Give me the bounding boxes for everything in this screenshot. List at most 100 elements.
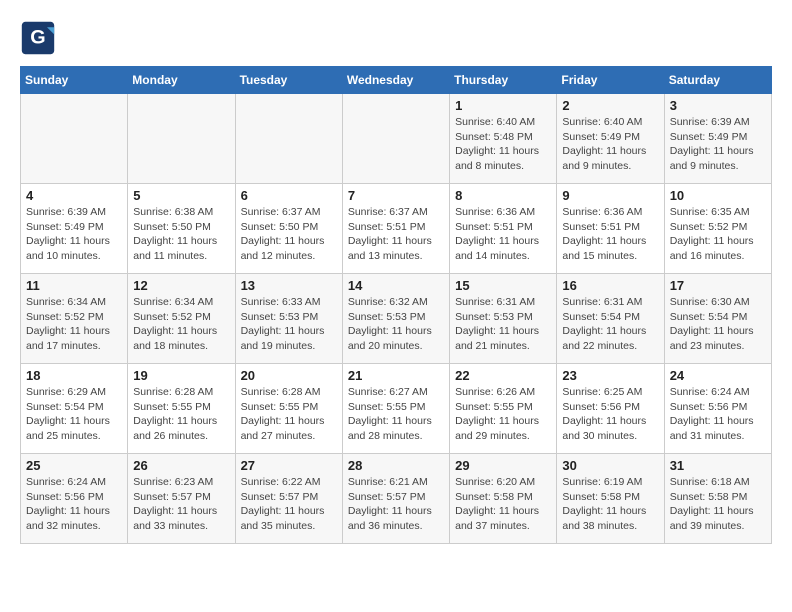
calendar-cell: 2 Sunrise: 6:40 AM Sunset: 5:49 PM Daylig… xyxy=(557,94,664,184)
day-number: 18 xyxy=(26,368,122,383)
calendar-cell: 10 Sunrise: 6:35 AM Sunset: 5:52 PM Dayli… xyxy=(664,184,771,274)
day-info: Sunrise: 6:24 AM Sunset: 5:56 PM Dayligh… xyxy=(670,385,766,444)
calendar-cell: 22Sunrise: 6:26 AM Sunset: 5:55 PM Dayli… xyxy=(450,364,557,454)
day-number: 26 xyxy=(133,458,229,473)
logo: G xyxy=(20,20,60,56)
day-info: Sunrise: 6:28 AM Sunset: 5:55 PM Dayligh… xyxy=(133,385,229,444)
day-number: 11 xyxy=(26,278,122,293)
calendar-cell: 30 Sunrise: 6:19 AM Sunset: 5:58 PM Dayli… xyxy=(557,454,664,544)
day-number: 14 xyxy=(348,278,444,293)
calendar-cell: 25Sunrise: 6:24 AM Sunset: 5:56 PM Dayli… xyxy=(21,454,128,544)
calendar-cell: 9 Sunrise: 6:36 AM Sunset: 5:51 PM Daylig… xyxy=(557,184,664,274)
day-info: Sunrise: 6:27 AM Sunset: 5:55 PM Dayligh… xyxy=(348,385,444,444)
calendar-cell: 15Sunrise: 6:31 AM Sunset: 5:53 PM Dayli… xyxy=(450,274,557,364)
day-info: Sunrise: 6:37 AM Sunset: 5:51 PM Dayligh… xyxy=(348,205,444,264)
day-info: Sunrise: 6:22 AM Sunset: 5:57 PM Dayligh… xyxy=(241,475,337,534)
day-info: Sunrise: 6:19 AM Sunset: 5:58 PM Dayligh… xyxy=(562,475,658,534)
day-info: Sunrise: 6:26 AM Sunset: 5:55 PM Dayligh… xyxy=(455,385,551,444)
day-number: 31 xyxy=(670,458,766,473)
calendar-cell: 23Sunrise: 6:25 AM Sunset: 5:56 PM Dayli… xyxy=(557,364,664,454)
day-number: 6 xyxy=(241,188,337,203)
week-row-3: 11 Sunrise: 6:34 AM Sunset: 5:52 PM Dayli… xyxy=(21,274,772,364)
day-number: 19 xyxy=(133,368,229,383)
day-info: Sunrise: 6:29 AM Sunset: 5:54 PM Dayligh… xyxy=(26,385,122,444)
day-number: 12 xyxy=(133,278,229,293)
day-number: 27 xyxy=(241,458,337,473)
page-header: G xyxy=(20,20,772,56)
day-number: 2 xyxy=(562,98,658,113)
day-info: Sunrise: 6:31 AM Sunset: 5:54 PM Dayligh… xyxy=(562,295,658,354)
weekday-header-friday: Friday xyxy=(557,67,664,94)
weekday-header-saturday: Saturday xyxy=(664,67,771,94)
calendar-cell: 12 Sunrise: 6:34 AM Sunset: 5:52 PM Dayli… xyxy=(128,274,235,364)
calendar-cell: 13Sunrise: 6:33 AM Sunset: 5:53 PM Dayli… xyxy=(235,274,342,364)
day-info: Sunrise: 6:30 AM Sunset: 5:54 PM Dayligh… xyxy=(670,295,766,354)
day-info: Sunrise: 6:20 AM Sunset: 5:58 PM Dayligh… xyxy=(455,475,551,534)
calendar-cell: 18 Sunrise: 6:29 AM Sunset: 5:54 PM Dayli… xyxy=(21,364,128,454)
day-info: Sunrise: 6:36 AM Sunset: 5:51 PM Dayligh… xyxy=(455,205,551,264)
day-info: Sunrise: 6:38 AM Sunset: 5:50 PM Dayligh… xyxy=(133,205,229,264)
weekday-header-tuesday: Tuesday xyxy=(235,67,342,94)
day-number: 9 xyxy=(562,188,658,203)
calendar-cell xyxy=(342,94,449,184)
day-number: 29 xyxy=(455,458,551,473)
day-info: Sunrise: 6:18 AM Sunset: 5:58 PM Dayligh… xyxy=(670,475,766,534)
calendar-table: SundayMondayTuesdayWednesdayThursdayFrid… xyxy=(20,66,772,544)
day-info: Sunrise: 6:39 AM Sunset: 5:49 PM Dayligh… xyxy=(670,115,766,174)
day-number: 28 xyxy=(348,458,444,473)
svg-text:G: G xyxy=(30,26,45,48)
day-info: Sunrise: 6:37 AM Sunset: 5:50 PM Dayligh… xyxy=(241,205,337,264)
weekday-header-monday: Monday xyxy=(128,67,235,94)
day-number: 8 xyxy=(455,188,551,203)
day-number: 7 xyxy=(348,188,444,203)
calendar-cell: 24 Sunrise: 6:24 AM Sunset: 5:56 PM Dayli… xyxy=(664,364,771,454)
day-info: Sunrise: 6:21 AM Sunset: 5:57 PM Dayligh… xyxy=(348,475,444,534)
day-number: 25 xyxy=(26,458,122,473)
calendar-cell: 27 Sunrise: 6:22 AM Sunset: 5:57 PM Dayli… xyxy=(235,454,342,544)
day-info: Sunrise: 6:28 AM Sunset: 5:55 PM Dayligh… xyxy=(241,385,337,444)
calendar-cell: 28 Sunrise: 6:21 AM Sunset: 5:57 PM Dayli… xyxy=(342,454,449,544)
week-row-4: 18 Sunrise: 6:29 AM Sunset: 5:54 PM Dayli… xyxy=(21,364,772,454)
calendar-cell xyxy=(21,94,128,184)
calendar-cell: 11 Sunrise: 6:34 AM Sunset: 5:52 PM Dayli… xyxy=(21,274,128,364)
day-info: Sunrise: 6:34 AM Sunset: 5:52 PM Dayligh… xyxy=(26,295,122,354)
day-number: 23 xyxy=(562,368,658,383)
calendar-cell: 31 Sunrise: 6:18 AM Sunset: 5:58 PM Dayli… xyxy=(664,454,771,544)
calendar-cell: 17 Sunrise: 6:30 AM Sunset: 5:54 PM Dayli… xyxy=(664,274,771,364)
day-number: 16 xyxy=(562,278,658,293)
logo-icon: G xyxy=(20,20,56,56)
week-row-2: 4 Sunrise: 6:39 AM Sunset: 5:49 PM Daylig… xyxy=(21,184,772,274)
calendar-cell: 26 Sunrise: 6:23 AM Sunset: 5:57 PM Dayli… xyxy=(128,454,235,544)
calendar-cell: 29 Sunrise: 6:20 AM Sunset: 5:58 PM Dayli… xyxy=(450,454,557,544)
weekday-header-wednesday: Wednesday xyxy=(342,67,449,94)
day-number: 3 xyxy=(670,98,766,113)
day-info: Sunrise: 6:35 AM Sunset: 5:52 PM Dayligh… xyxy=(670,205,766,264)
day-info: Sunrise: 6:34 AM Sunset: 5:52 PM Dayligh… xyxy=(133,295,229,354)
day-info: Sunrise: 6:39 AM Sunset: 5:49 PM Dayligh… xyxy=(26,205,122,264)
calendar-cell: 7 Sunrise: 6:37 AM Sunset: 5:51 PM Daylig… xyxy=(342,184,449,274)
weekday-header-sunday: Sunday xyxy=(21,67,128,94)
week-row-5: 25Sunrise: 6:24 AM Sunset: 5:56 PM Dayli… xyxy=(21,454,772,544)
calendar-cell: 1 Sunrise: 6:40 AM Sunset: 5:48 PM Daylig… xyxy=(450,94,557,184)
day-info: Sunrise: 6:33 AM Sunset: 5:53 PM Dayligh… xyxy=(241,295,337,354)
day-number: 17 xyxy=(670,278,766,293)
calendar-cell xyxy=(128,94,235,184)
calendar-cell: 14Sunrise: 6:32 AM Sunset: 5:53 PM Dayli… xyxy=(342,274,449,364)
day-info: Sunrise: 6:36 AM Sunset: 5:51 PM Dayligh… xyxy=(562,205,658,264)
calendar-cell xyxy=(235,94,342,184)
day-info: Sunrise: 6:40 AM Sunset: 5:49 PM Dayligh… xyxy=(562,115,658,174)
day-info: Sunrise: 6:40 AM Sunset: 5:48 PM Dayligh… xyxy=(455,115,551,174)
day-number: 30 xyxy=(562,458,658,473)
day-info: Sunrise: 6:23 AM Sunset: 5:57 PM Dayligh… xyxy=(133,475,229,534)
day-number: 10 xyxy=(670,188,766,203)
day-number: 20 xyxy=(241,368,337,383)
calendar-cell: 4 Sunrise: 6:39 AM Sunset: 5:49 PM Daylig… xyxy=(21,184,128,274)
day-number: 5 xyxy=(133,188,229,203)
calendar-cell: 3 Sunrise: 6:39 AM Sunset: 5:49 PM Daylig… xyxy=(664,94,771,184)
day-number: 15 xyxy=(455,278,551,293)
calendar-cell: 19 Sunrise: 6:28 AM Sunset: 5:55 PM Dayli… xyxy=(128,364,235,454)
day-number: 4 xyxy=(26,188,122,203)
calendar-cell: 16 Sunrise: 6:31 AM Sunset: 5:54 PM Dayli… xyxy=(557,274,664,364)
day-number: 24 xyxy=(670,368,766,383)
day-number: 1 xyxy=(455,98,551,113)
